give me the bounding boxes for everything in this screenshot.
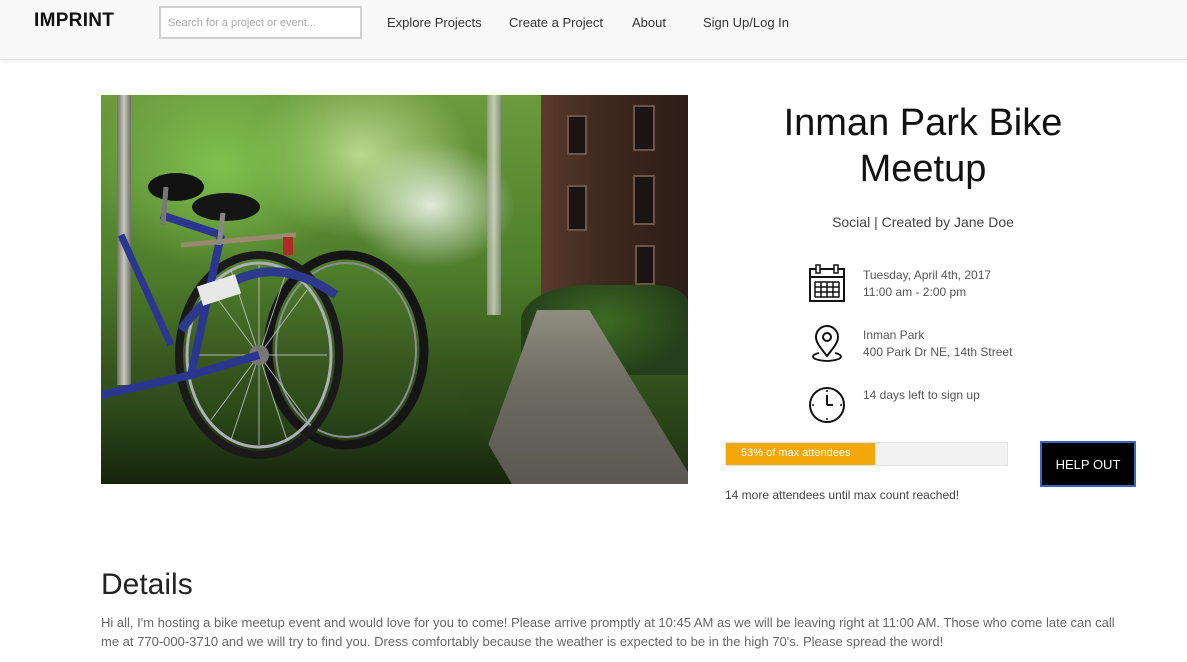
details-heading: Details (101, 568, 193, 601)
map-pin-icon (812, 325, 842, 362)
attendee-progress-fill: 53% of max attendees (726, 443, 875, 465)
nav-explore-projects[interactable]: Explore Projects (387, 15, 482, 30)
help-out-button[interactable]: HELP OUT (1040, 441, 1136, 487)
navbar: IMPRINT Explore Projects Create a Projec… (0, 0, 1187, 60)
location-name: Inman Park (863, 328, 925, 342)
search-input[interactable] (159, 6, 362, 39)
nav-signup-login[interactable]: Sign Up/Log In (703, 15, 789, 30)
event-date: Tuesday, April 4th, 2017 (863, 268, 992, 282)
brand-logo[interactable]: IMPRINT (34, 10, 114, 32)
event-subtitle: Social | Created by Jane Doe (832, 214, 1014, 230)
attendee-progress-bar: 53% of max attendees (725, 442, 1008, 466)
details-body: Hi all, I'm hosting a bike meetup event … (101, 615, 1115, 649)
nav-create-project[interactable]: Create a Project (509, 15, 603, 30)
event-title: Inman Park Bike Meetup (783, 102, 1063, 190)
signup-deadline: 14 days left to sign up (863, 388, 980, 402)
nav-about[interactable]: About (632, 15, 666, 30)
location-address: 400 Park Dr NE, 14th Street (863, 345, 1013, 359)
attendee-note: 14 more attendees until max count reache… (725, 488, 960, 502)
calendar-icon (809, 264, 845, 302)
event-time: 11:00 am - 2:00 pm (863, 285, 967, 299)
event-photo (101, 95, 688, 484)
clock-icon (809, 387, 845, 423)
